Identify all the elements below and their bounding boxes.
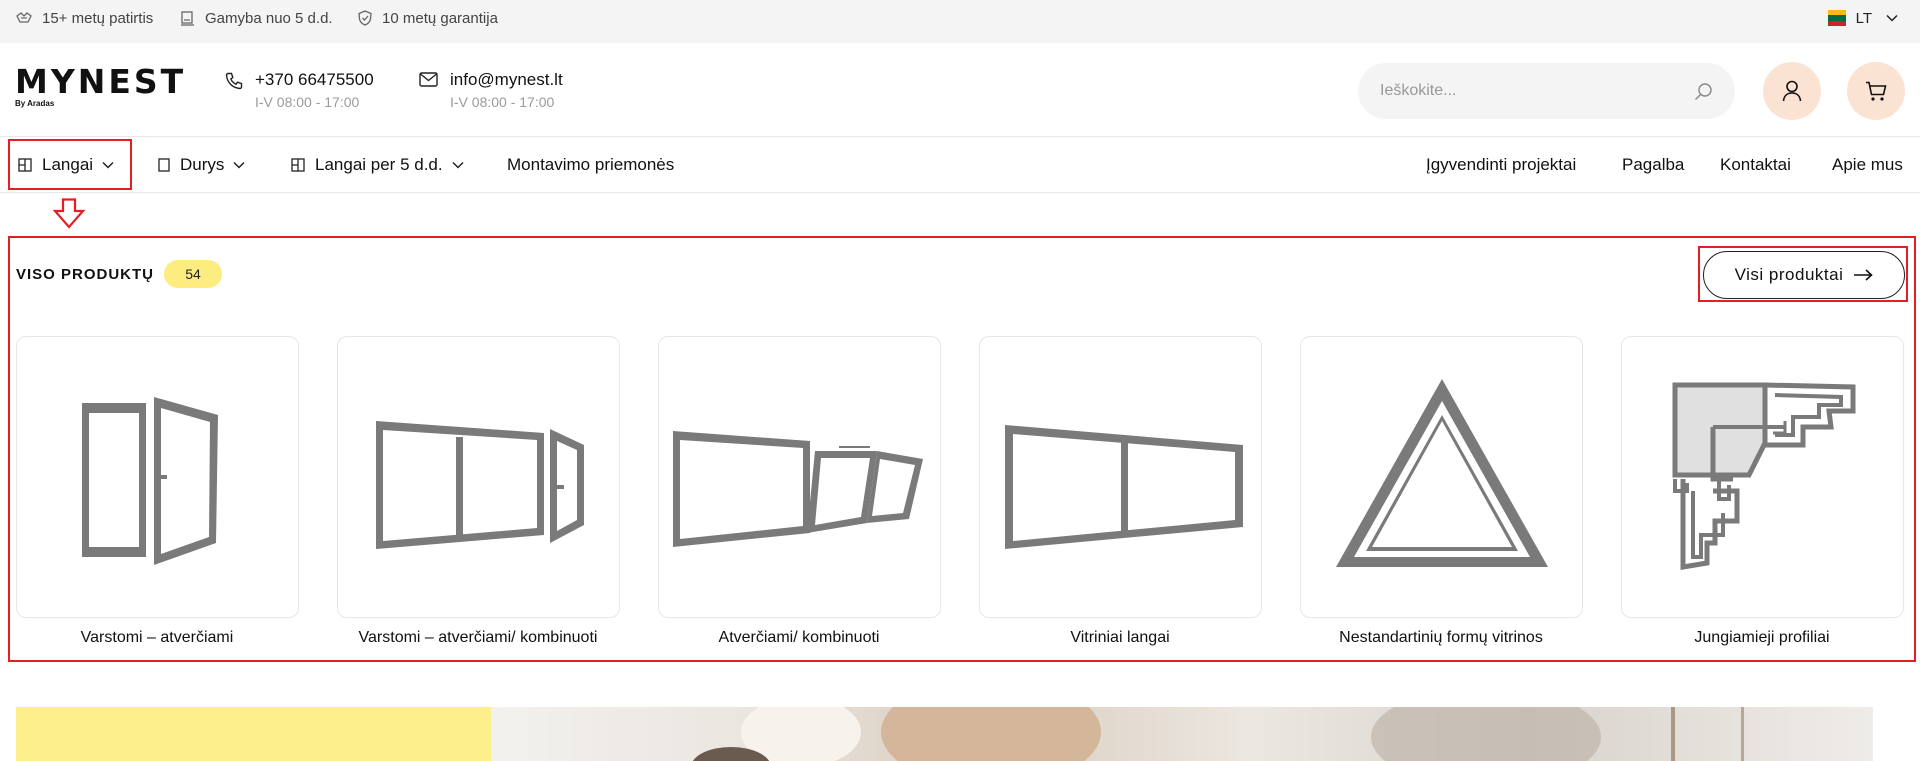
products-header: VISO PRODUKTŲ 54 — [16, 258, 223, 290]
medal-icon — [16, 12, 32, 23]
nav-link-apie-mus[interactable]: Apie mus — [1832, 137, 1903, 193]
cart-icon — [1866, 81, 1887, 101]
hero-banner-image — [491, 707, 1873, 761]
shield-check-icon — [358, 10, 372, 26]
arrow-right-icon — [1854, 269, 1874, 281]
feature-production: Gamyba nuo 5 d.d. — [180, 0, 333, 36]
search-bar — [1358, 63, 1735, 119]
search-input[interactable] — [1380, 82, 1694, 100]
factory-icon — [181, 10, 194, 26]
product-card-vitriniai[interactable] — [979, 336, 1262, 618]
nav-label: Pagalba — [1622, 155, 1685, 174]
logo[interactable]: MYNEST By Aradas — [15, 62, 187, 108]
chevron-down-icon — [452, 161, 464, 169]
all-products-label: Visi produktai — [1734, 265, 1844, 284]
display-window-icon — [1004, 425, 1243, 549]
phone-hours: I-V 08:00 - 17:00 — [255, 94, 360, 110]
user-icon — [1782, 80, 1802, 102]
site-header: MYNEST By Aradas +370 66475500 I-V 08:00… — [0, 43, 1920, 137]
triangle-window-icon — [1335, 379, 1548, 567]
nav-label: Įgyvendinti projektai — [1426, 155, 1577, 174]
product-card-varstomi[interactable] — [16, 336, 299, 618]
nav-label: Apie mus — [1832, 155, 1903, 174]
main-navigation: Langai Durys Langai per 5 d.d. Montavimo… — [0, 137, 1920, 193]
tilt-window-icon — [672, 431, 923, 547]
nav-label: Langai per 5 d.d. — [315, 155, 443, 174]
language-code: LT — [1855, 9, 1872, 27]
all-products-button[interactable]: Visi produktai — [1703, 251, 1905, 299]
window-icon — [291, 158, 305, 172]
nav-label: Kontaktai — [1720, 155, 1791, 174]
profile-section-icon — [1672, 382, 1855, 570]
email-contact[interactable]: info@mynest.lt I-V 08:00 - 17:00 — [419, 70, 563, 110]
feature-label: 15+ metų patirtis — [42, 9, 154, 27]
product-label[interactable]: Jungiamieji profiliai — [1612, 629, 1912, 647]
lithuania-flag-icon — [1827, 10, 1846, 26]
product-label[interactable]: Varstomi – atverčiami/ kombinuoti — [328, 629, 628, 647]
language-selector[interactable]: LT — [1827, 0, 1898, 36]
product-card-kombinuoti[interactable] — [337, 336, 620, 618]
search-icon[interactable] — [1694, 82, 1713, 101]
chevron-down-icon — [1886, 14, 1898, 22]
email-address: info@mynest.lt — [450, 70, 563, 89]
highlight-langai — [8, 139, 132, 190]
phone-number: +370 66475500 — [255, 70, 374, 89]
feature-warranty: 10 metų garantija — [358, 0, 498, 36]
nav-item-langai-5dd[interactable]: Langai per 5 d.d. — [291, 137, 464, 193]
product-label[interactable]: Vitriniai langai — [970, 629, 1270, 647]
product-label[interactable]: Nestandartinių formų vitrinos — [1291, 629, 1591, 647]
product-card-jungiamieji[interactable] — [1621, 336, 1904, 618]
nav-label: Durys — [180, 155, 225, 174]
feature-label: 10 metų garantija — [382, 9, 498, 27]
products-title: VISO PRODUKTŲ — [16, 265, 155, 283]
cart-button[interactable] — [1847, 62, 1905, 120]
top-info-bar: 15+ metų patirtis Gamyba nuo 5 d.d. 10 m… — [0, 0, 1920, 43]
combined-window-icon — [375, 421, 584, 549]
product-card-nestandartiniu[interactable] — [1300, 336, 1583, 618]
nav-link-kontaktai[interactable]: Kontaktai — [1720, 137, 1791, 193]
product-card-atverciami[interactable] — [658, 336, 941, 618]
logo-text: MYNEST — [15, 62, 187, 101]
product-label[interactable]: Varstomi – atverčiami — [7, 629, 307, 647]
arrow-down-icon — [52, 198, 86, 229]
hero-banner-accent — [16, 707, 491, 761]
email-hours: I-V 08:00 - 17:00 — [450, 94, 555, 110]
nav-label: Montavimo priemonės — [507, 155, 675, 174]
phone-contact[interactable]: +370 66475500 I-V 08:00 - 17:00 — [225, 70, 374, 110]
feature-label: Gamyba nuo 5 d.d. — [205, 9, 333, 27]
feature-experience: 15+ metų patirtis — [16, 0, 153, 36]
door-icon — [158, 158, 170, 172]
chevron-down-icon — [233, 161, 245, 169]
nav-item-durys[interactable]: Durys — [158, 137, 245, 193]
phone-icon — [225, 72, 243, 90]
nav-link-pagalba[interactable]: Pagalba — [1622, 137, 1684, 193]
product-count-badge: 54 — [164, 260, 223, 288]
mail-icon — [419, 72, 438, 87]
nav-link-projektai[interactable]: Įgyvendinti projektai — [1426, 137, 1576, 193]
product-label[interactable]: Atverčiami/ kombinuoti — [649, 629, 949, 647]
nav-item-montavimo[interactable]: Montavimo priemonės — [507, 137, 674, 193]
account-button[interactable] — [1763, 62, 1821, 120]
casement-window-icon — [81, 397, 218, 565]
